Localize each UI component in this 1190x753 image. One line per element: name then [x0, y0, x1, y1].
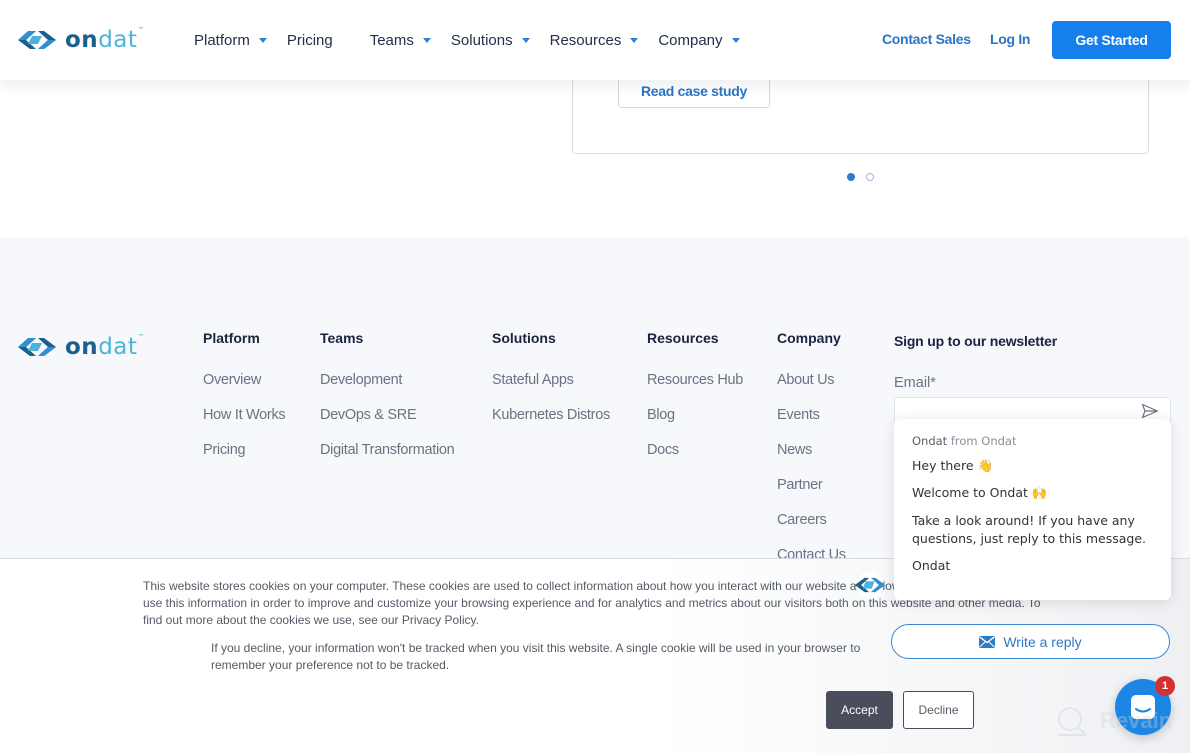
carousel-dot-1[interactable]: [847, 173, 855, 181]
caret-down-icon: [258, 38, 267, 43]
footer-col-teams: Teams Development DevOps & SRE Digital T…: [320, 330, 455, 458]
nav-teams-label: Teams: [369, 31, 414, 49]
nav-pricing-label: Pricing: [286, 31, 333, 49]
footer-col-title: Teams: [320, 330, 364, 346]
nav-resources[interactable]: Resources: [550, 32, 639, 49]
footer-link-pricing[interactable]: Pricing: [203, 442, 246, 458]
caret-down-icon: [630, 38, 639, 43]
footer-col-title: Platform: [203, 330, 260, 346]
revain-logo-icon: [1058, 707, 1087, 736]
accept-cookies-button[interactable]: Accept: [826, 691, 893, 729]
footer-link-overview[interactable]: Overview: [203, 372, 261, 388]
chat-avatar-icon: [854, 571, 886, 599]
footer-col-solutions: Solutions Stateful Apps Kubernetes Distr…: [492, 330, 610, 423]
nav-company-label: Company: [658, 31, 723, 49]
nav-solutions[interactable]: Solutions: [451, 32, 530, 49]
footer-link-news[interactable]: News: [777, 442, 812, 458]
footer-link-resources-hub[interactable]: Resources Hub: [647, 372, 743, 388]
site-header: ondat™ Platform Pricing Teams Solutions …: [0, 0, 1190, 80]
footer-link-partner[interactable]: Partner: [777, 477, 823, 493]
footer-link-blog[interactable]: Blog: [647, 407, 675, 423]
footer-ondat-logo[interactable]: ondat™: [18, 332, 145, 360]
footer-link-careers[interactable]: Careers: [777, 512, 827, 528]
chat-signature: Ondat: [912, 558, 951, 573]
envelope-icon: [979, 635, 996, 648]
footer-col-resources: Resources Resources Hub Blog Docs: [647, 330, 743, 458]
nav-platform[interactable]: Platform: [194, 32, 267, 49]
carousel-dot-2[interactable]: [866, 173, 874, 181]
revain-watermark-text: Revain: [1100, 708, 1173, 733]
newsletter-title: Sign up to our newsletter: [894, 333, 1058, 349]
footer-link-devops-sre[interactable]: DevOps & SRE: [320, 407, 417, 423]
chat-message-card[interactable]: Ondat from Ondat Hey there 👋 Welcome to …: [894, 419, 1171, 600]
write-a-reply-label: Write a reply: [1003, 633, 1082, 650]
ondat-logo-icon: [18, 338, 56, 356]
footer-link-docs[interactable]: Docs: [647, 442, 679, 458]
footer-link-stateful-apps[interactable]: Stateful Apps: [492, 372, 574, 388]
ondat-logo-icon: [18, 31, 56, 49]
contact-sales-link[interactable]: Contact Sales: [882, 31, 971, 47]
footer-link-events[interactable]: Events: [777, 407, 820, 423]
footer-col-platform: Platform Overview How It Works Pricing: [203, 330, 286, 458]
chat-sender: Ondat from Ondat: [912, 434, 1017, 448]
get-started-button[interactable]: Get Started: [1052, 21, 1171, 59]
revain-watermark: Revain: [1056, 705, 1172, 737]
footer-col-title: Solutions: [492, 330, 556, 346]
ondat-logo[interactable]: ondat™: [18, 25, 145, 53]
nav-resources-label: Resources: [549, 31, 622, 49]
footer-link-digital-transformation[interactable]: Digital Transformation: [320, 442, 455, 458]
footer-link-development[interactable]: Development: [320, 372, 402, 388]
footer-link-kubernetes-distros[interactable]: Kubernetes Distros: [492, 407, 610, 423]
chat-message: Take a look around! If you have any ques…: [912, 513, 1147, 546]
chat-message: Hey there 👋: [912, 458, 994, 473]
send-icon[interactable]: [1141, 403, 1159, 419]
caret-down-icon: [731, 38, 740, 43]
nav-teams[interactable]: Teams: [370, 32, 431, 49]
nav-company[interactable]: Company: [658, 31, 740, 49]
email-label: Email*: [894, 375, 936, 391]
nav-solutions-label: Solutions: [450, 31, 513, 49]
logo-wordmark: ondat™: [65, 332, 145, 360]
footer-col-company: Company About Us Events News Partner Car…: [777, 330, 846, 563]
unread-badge: 1: [1155, 676, 1175, 696]
footer-link-how-it-works[interactable]: How It Works: [203, 407, 286, 423]
cookie-text-decline-info: If you decline, your information won't b…: [211, 641, 861, 672]
caret-down-icon: [521, 38, 530, 43]
nav-platform-label: Platform: [194, 31, 250, 49]
write-a-reply-button[interactable]: Write a reply: [891, 624, 1170, 659]
footer-col-title: Resources: [647, 330, 719, 346]
chat-message: Welcome to Ondat 🙌: [912, 485, 1048, 500]
main-nav: Platform Pricing Teams Solutions Resourc…: [194, 0, 760, 80]
decline-cookies-button[interactable]: Decline: [903, 691, 974, 729]
caret-down-icon: [422, 38, 431, 43]
logo-wordmark: ondat™: [65, 25, 145, 53]
log-in-link[interactable]: Log In: [990, 31, 1030, 47]
footer-link-about-us[interactable]: About Us: [777, 372, 835, 388]
footer-col-title: Company: [777, 330, 841, 346]
nav-pricing[interactable]: Pricing: [287, 32, 333, 49]
